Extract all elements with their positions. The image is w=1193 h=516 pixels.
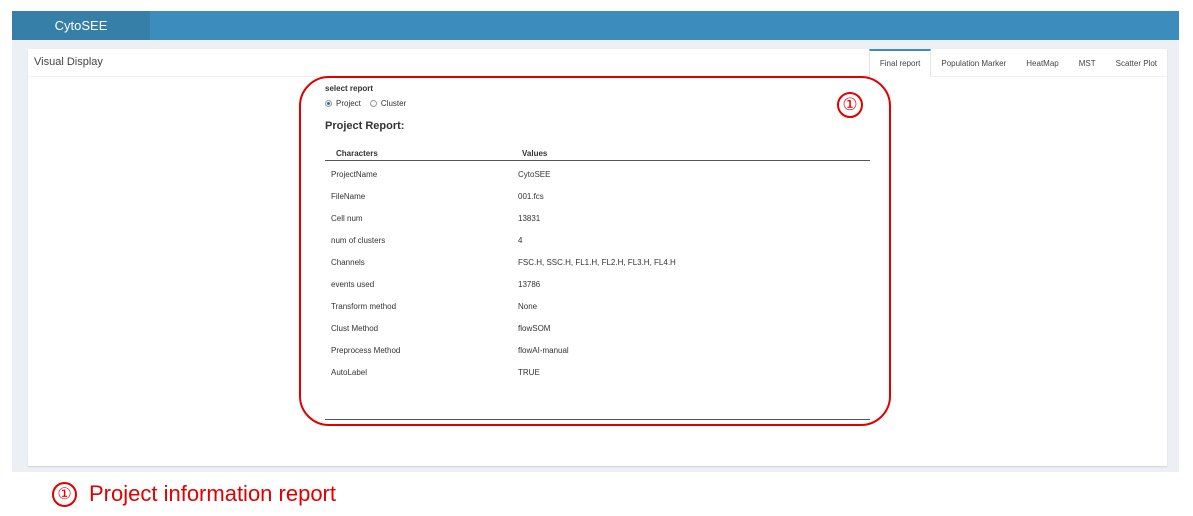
caption-text: Project information report (89, 481, 336, 506)
tab-scatter-plot[interactable]: Scatter Plot (1106, 49, 1167, 76)
app-logo[interactable]: CytoSEE (12, 11, 150, 40)
top-navbar: CytoSEE (12, 11, 1179, 40)
tab-mst[interactable]: MST (1069, 49, 1106, 76)
tab-heatmap[interactable]: HeatMap (1016, 49, 1068, 76)
annotation-highlight-frame (299, 76, 891, 426)
annotation-marker: ① (837, 92, 863, 118)
box-header: Visual Display Final report Population M… (28, 49, 1167, 77)
tab-bar: Final report Population Marker HeatMap M… (868, 49, 1167, 77)
caption-marker: ① (52, 481, 77, 507)
tab-final-report[interactable]: Final report (868, 49, 932, 77)
annotation-caption: ① Project information report (52, 481, 336, 507)
box-title: Visual Display (34, 56, 103, 68)
tab-population-marker[interactable]: Population Marker (931, 49, 1016, 76)
